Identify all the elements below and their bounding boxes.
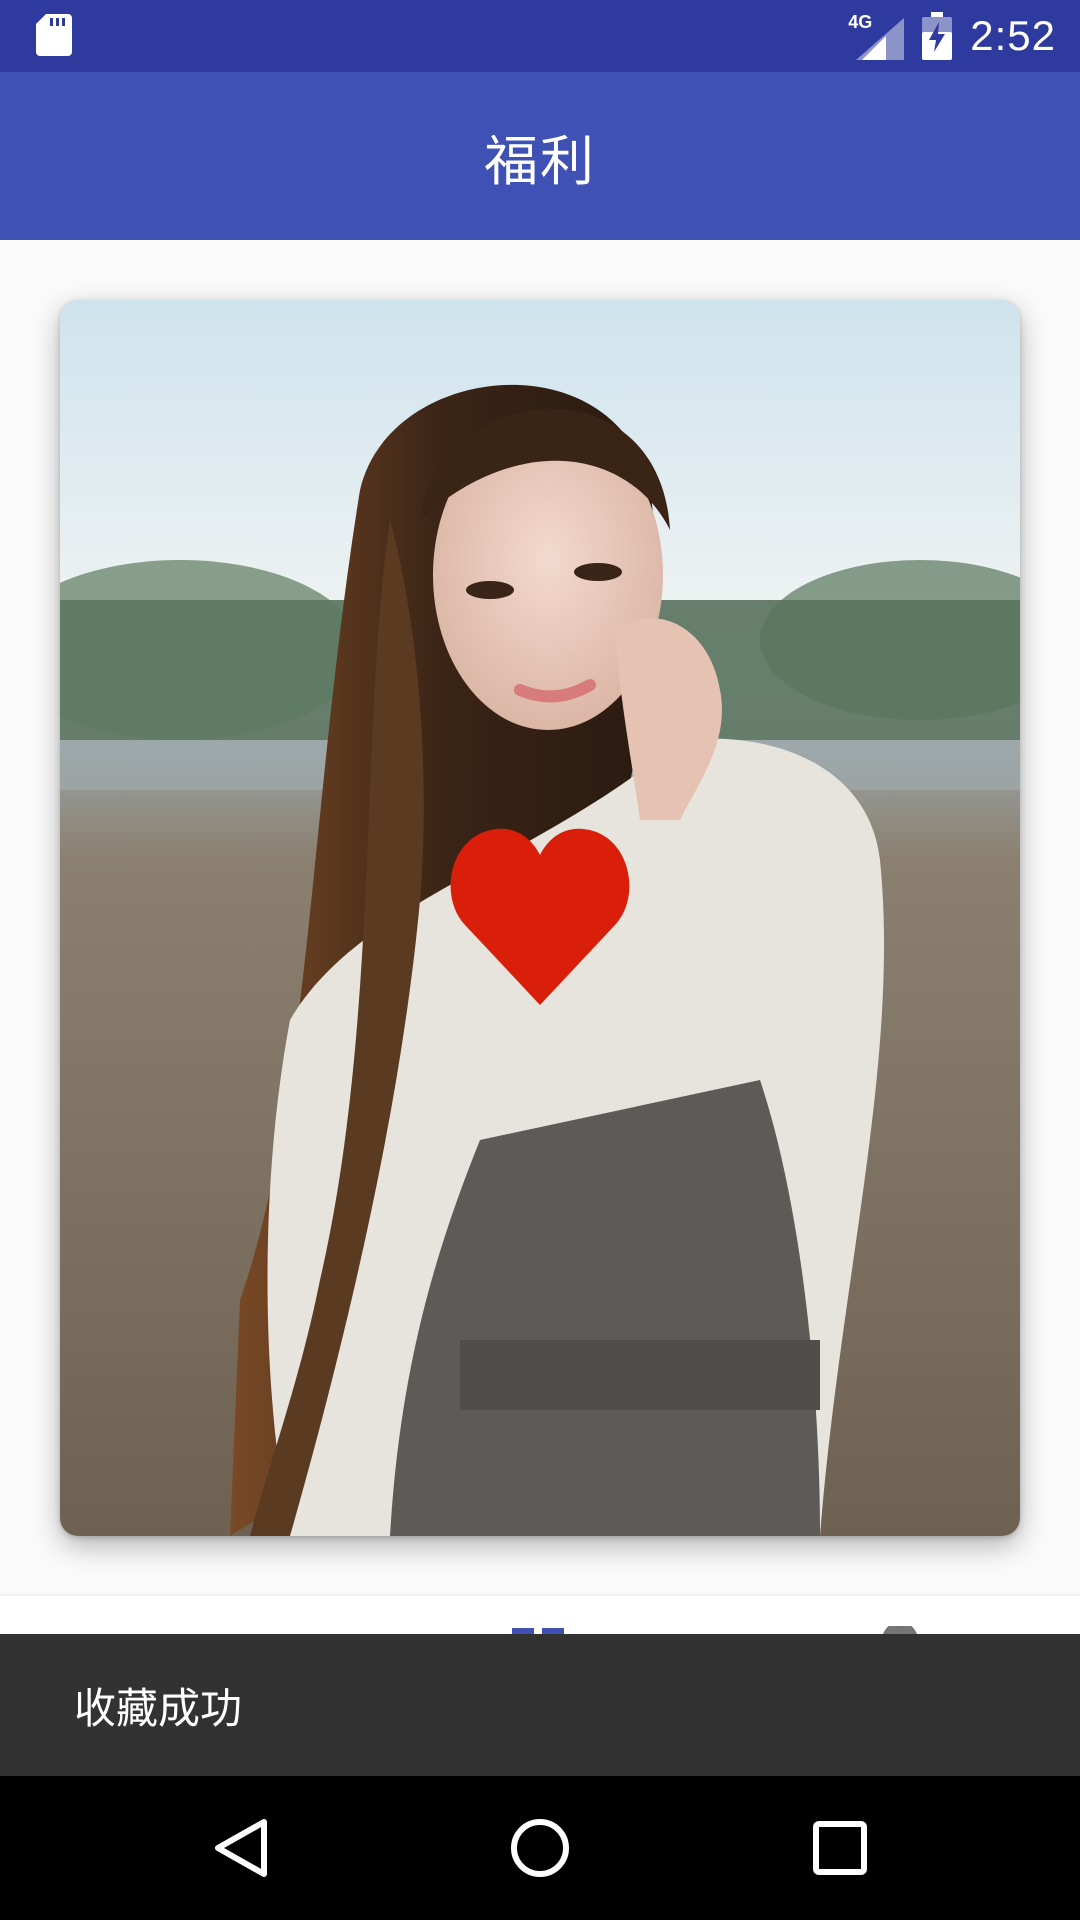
home-icon[interactable]: [504, 1812, 576, 1884]
page-title: 福利: [484, 129, 596, 193]
heart-icon: [450, 828, 630, 1005]
battery-charging-icon: [922, 12, 953, 60]
signal-icon: 4G: [848, 12, 905, 60]
bottom-navigation: [0, 1596, 1080, 1640]
app-toolbar: 福利: [0, 72, 1080, 240]
status-bar: 4G 2:52: [0, 0, 1080, 72]
system-navigation-bar: [0, 1776, 1080, 1920]
back-icon[interactable]: [204, 1812, 276, 1884]
recents-icon[interactable]: [804, 1812, 876, 1884]
snackbar-message: 收藏成功: [74, 1683, 243, 1733]
image-card[interactable]: [60, 300, 1020, 1536]
status-right-group: 4G 2:52: [848, 0, 1056, 72]
snackbar: 收藏成功: [0, 1634, 1080, 1776]
status-time: 2:52: [970, 12, 1056, 59]
sd-card-icon: [36, 14, 72, 56]
screen: 4G 2:52 福利 收藏成功: [0, 0, 1080, 1920]
